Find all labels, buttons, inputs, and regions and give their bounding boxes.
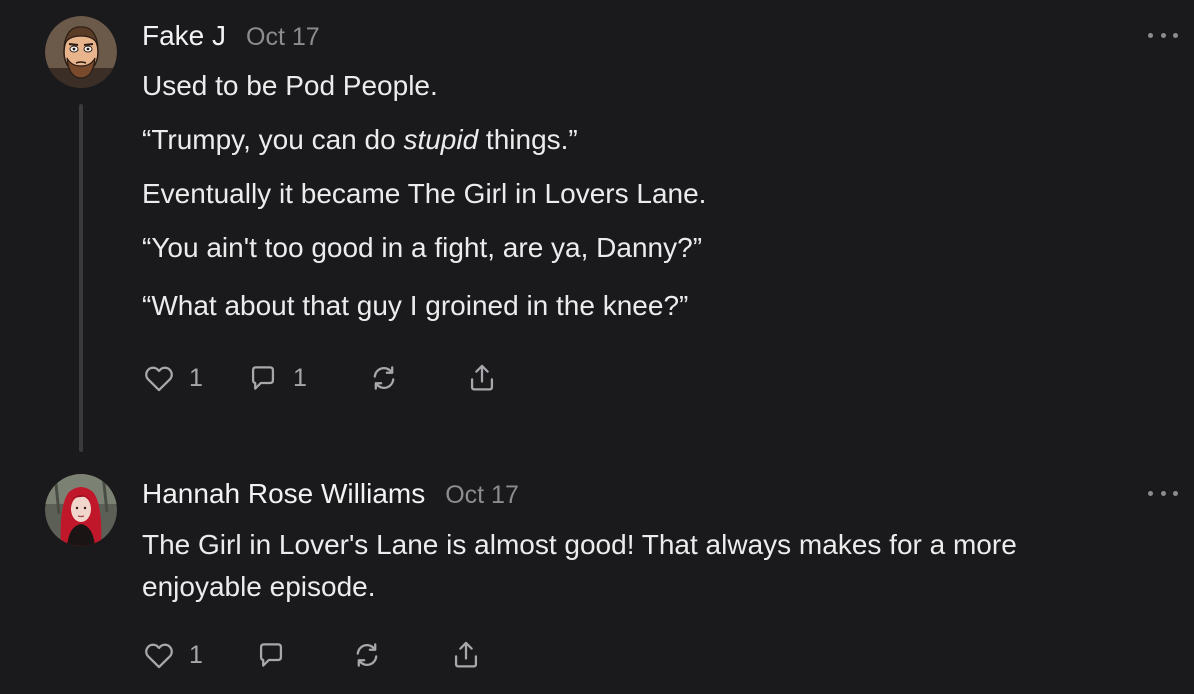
- comment-header: Hannah Rose Williams Oct 17: [142, 478, 519, 510]
- author-name[interactable]: Hannah Rose Williams: [142, 478, 425, 510]
- emphasized-text: stupid: [403, 124, 479, 155]
- comment-paragraph: “What about that guy I groined in the kn…: [142, 290, 689, 321]
- comment-header: Fake J Oct 17: [142, 20, 320, 52]
- comment-paragraph: “Trumpy, you can do stupid things.”: [142, 124, 578, 155]
- more-options-button[interactable]: [1148, 29, 1178, 41]
- heart-icon: [145, 366, 173, 392]
- cartoon-bearded-man-avatar: [45, 16, 117, 88]
- more-options-button[interactable]: [1148, 487, 1178, 499]
- like-count: 1: [189, 363, 203, 392]
- speech-bubble-icon: [259, 643, 283, 667]
- comment: Hannah Rose Williams Oct 17 The Girl in …: [0, 460, 1194, 694]
- restack-button[interactable]: [350, 635, 384, 675]
- reply-button[interactable]: 1: [246, 358, 307, 398]
- share-button[interactable]: [449, 635, 483, 675]
- reply-button[interactable]: [254, 635, 288, 675]
- comment-date[interactable]: Oct 17: [246, 23, 320, 52]
- like-button[interactable]: 1: [142, 358, 203, 398]
- reply-count: 1: [293, 363, 307, 392]
- author-name[interactable]: Fake J: [142, 20, 226, 52]
- avatar[interactable]: [45, 474, 117, 546]
- comment-body: Used to be Pod People. “Trumpy, you can …: [142, 66, 1142, 340]
- share-upload-icon: [454, 641, 478, 668]
- share-button[interactable]: [465, 358, 499, 398]
- comment-paragraph: Used to be Pod People.: [142, 70, 438, 101]
- comment: Fake J Oct 17 Used to be Pod People. “Tr…: [0, 0, 1194, 460]
- restack-button[interactable]: [367, 358, 401, 398]
- share-upload-icon: [470, 364, 494, 391]
- like-button[interactable]: 1: [142, 635, 203, 675]
- comment-paragraph: “You ain't too good in a fight, are ya, …: [142, 232, 703, 263]
- more-dots-icon: [1148, 490, 1153, 496]
- speech-bubble-icon: [251, 366, 275, 390]
- more-dots-icon: [1148, 32, 1153, 38]
- thread-line: [79, 104, 83, 452]
- comment-thread: Fake J Oct 17 Used to be Pod People. “Tr…: [0, 0, 1194, 694]
- comment-body: The Girl in Lover's Lane is almost good!…: [142, 524, 1142, 622]
- refresh-arrows-icon: [356, 643, 378, 667]
- refresh-arrows-icon: [373, 366, 395, 390]
- like-count: 1: [189, 640, 203, 669]
- heart-icon: [145, 643, 173, 669]
- red-haired-woman-photo-avatar: [45, 474, 117, 546]
- comment-paragraph: Eventually it became The Girl in Lovers …: [142, 178, 707, 209]
- comment-date[interactable]: Oct 17: [445, 481, 519, 510]
- comment-paragraph: The Girl in Lover's Lane is almost good!…: [142, 529, 1017, 602]
- avatar[interactable]: [45, 16, 117, 88]
